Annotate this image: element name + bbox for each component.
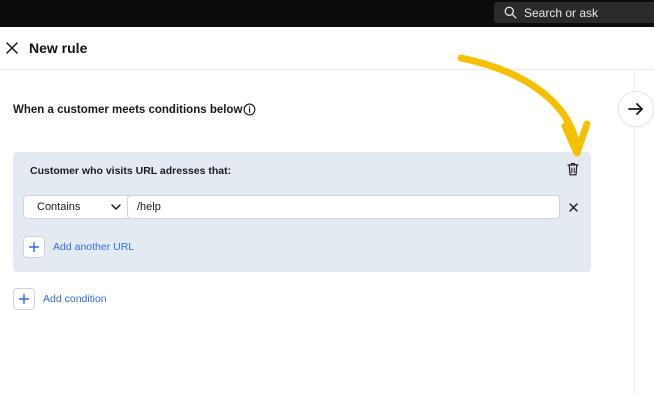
operator-value: Contains bbox=[37, 201, 81, 213]
plus-icon bbox=[23, 236, 45, 258]
add-url-label: Add another URL bbox=[53, 241, 135, 253]
condition-title: Customer who visits URL adresses that: bbox=[30, 165, 232, 177]
url-input[interactable] bbox=[127, 195, 560, 219]
info-icon[interactable] bbox=[243, 103, 256, 116]
add-condition-label: Add condition bbox=[43, 293, 107, 305]
close-icon[interactable] bbox=[5, 41, 19, 55]
arrow-right-icon bbox=[628, 103, 643, 115]
search-icon bbox=[504, 6, 517, 19]
remove-url-icon[interactable] bbox=[569, 203, 578, 212]
trash-icon[interactable] bbox=[567, 162, 579, 176]
page-header: New rule bbox=[0, 27, 654, 70]
plus-icon bbox=[13, 288, 35, 310]
condition-card: Customer who visits URL adresses that: C… bbox=[13, 152, 591, 272]
page-title: New rule bbox=[29, 40, 88, 56]
next-step-button[interactable] bbox=[618, 91, 654, 127]
operator-select[interactable]: Contains bbox=[23, 195, 133, 219]
search-button[interactable]: Search or ask bbox=[494, 2, 654, 23]
chevron-down-icon bbox=[111, 204, 121, 210]
conditions-heading: When a customer meets conditions below bbox=[13, 104, 243, 116]
add-condition-button[interactable]: Add condition bbox=[13, 288, 107, 310]
add-url-button[interactable]: Add another URL bbox=[23, 236, 134, 258]
top-bar: Search or ask bbox=[0, 0, 654, 27]
search-label: Search or ask bbox=[524, 5, 599, 20]
